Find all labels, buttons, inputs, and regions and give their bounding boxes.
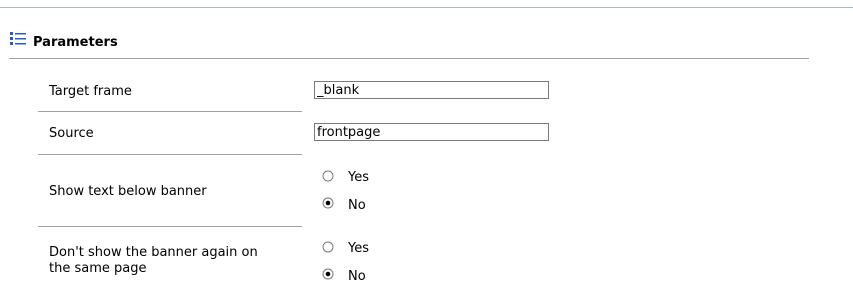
- parameters-panel: Parameters Target frame Source Show text…: [0, 0, 853, 301]
- target-frame-label: Target frame: [49, 84, 132, 99]
- show-text-yes-radio[interactable]: [322, 170, 334, 182]
- show-text-label: Show text below banner: [49, 184, 207, 199]
- show-text-yes-label: Yes: [348, 170, 369, 185]
- list-icon: [9, 30, 27, 46]
- dont-show-again-yes-radio[interactable]: [322, 241, 334, 253]
- dont-show-again-yes-label: Yes: [348, 241, 369, 256]
- row-divider: [38, 154, 302, 155]
- dont-show-again-label-line2: the same page: [49, 261, 147, 276]
- target-frame-input[interactable]: [314, 81, 549, 99]
- show-text-no-label: No: [348, 198, 366, 213]
- source-input[interactable]: [314, 123, 549, 141]
- top-divider: [0, 7, 853, 8]
- dont-show-again-no-label: No: [348, 269, 366, 284]
- section-header: Parameters: [9, 29, 809, 59]
- dont-show-again-no-radio[interactable]: [322, 268, 334, 280]
- row-divider: [38, 111, 302, 112]
- source-label: Source: [49, 126, 94, 141]
- section-title: Parameters: [33, 35, 118, 50]
- show-text-no-radio[interactable]: [322, 197, 334, 209]
- dont-show-again-label-line1: Don't show the banner again on: [49, 245, 258, 260]
- row-divider: [38, 226, 302, 227]
